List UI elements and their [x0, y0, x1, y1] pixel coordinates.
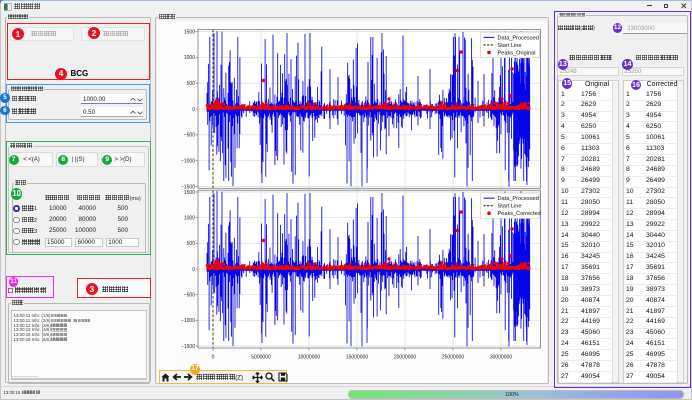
svg-text:500: 500	[187, 81, 196, 87]
svg-text:−500: −500	[184, 293, 195, 299]
svg-text:15000000: 15000000	[346, 355, 368, 361]
svg-text:10000000: 10000000	[298, 355, 320, 361]
svg-text:0: 0	[192, 267, 195, 273]
svg-text:0: 0	[212, 355, 215, 361]
svg-text:−1000: −1000	[181, 318, 195, 324]
svg-text:1500: 1500	[184, 190, 195, 196]
svg-text:5000000: 5000000	[251, 355, 271, 361]
svg-text:0: 0	[192, 107, 195, 113]
svg-text:−500: −500	[184, 133, 195, 139]
svg-text:Peaks_Original: Peaks_Original	[498, 50, 536, 56]
svg-text:1500: 1500	[184, 29, 195, 35]
svg-text:30000000: 30000000	[490, 355, 512, 361]
svg-text:1000: 1000	[184, 216, 195, 222]
svg-text:−1500: −1500	[181, 344, 195, 350]
svg-text:Data_Processed: Data_Processed	[498, 35, 539, 41]
svg-text:Start Line: Start Line	[498, 43, 522, 49]
svg-text:25000000: 25000000	[442, 355, 464, 361]
svg-text:20000000: 20000000	[394, 355, 416, 361]
svg-text:1000: 1000	[184, 55, 195, 61]
svg-text:Peaks_Corrected: Peaks_Corrected	[498, 211, 541, 217]
svg-text:Data_Processed: Data_Processed	[498, 196, 539, 202]
svg-text:Start Line: Start Line	[498, 204, 522, 210]
svg-text:−1000: −1000	[181, 159, 195, 165]
svg-text:500: 500	[187, 241, 196, 247]
